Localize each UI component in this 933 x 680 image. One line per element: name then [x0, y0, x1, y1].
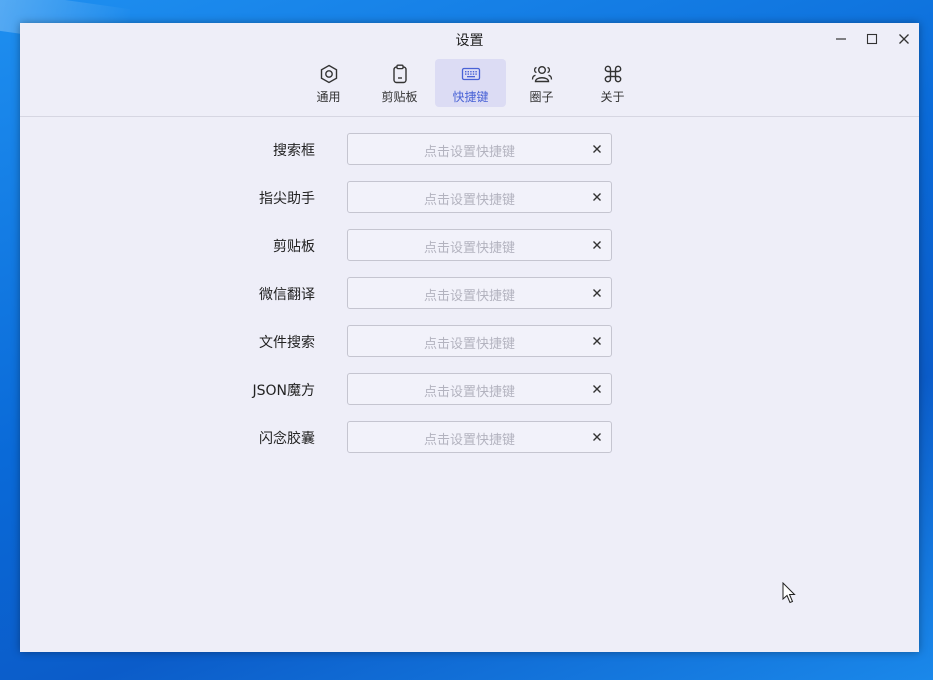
mouse-cursor-icon: [782, 581, 796, 608]
shortcut-row-file-search: 文件搜索 点击设置快捷键: [20, 325, 919, 357]
close-icon: [593, 193, 601, 201]
tab-about[interactable]: 关于: [577, 59, 648, 107]
title-bar: 设置: [20, 23, 919, 55]
close-icon: [593, 433, 601, 441]
clear-hotkey-button[interactable]: [590, 238, 604, 252]
hotkey-input[interactable]: 点击设置快捷键: [347, 277, 612, 309]
hotkey-placeholder: 点击设置快捷键: [423, 241, 515, 256]
shortcut-row-json-cube: JSON魔方 点击设置快捷键: [20, 373, 919, 405]
hotkey-placeholder: 点击设置快捷键: [423, 433, 515, 448]
keyboard-icon: [461, 64, 481, 84]
tab-circle[interactable]: 圈子: [506, 59, 577, 107]
clear-hotkey-button[interactable]: [590, 430, 604, 444]
hotkey-input[interactable]: 点击设置快捷键: [347, 229, 612, 261]
tab-general[interactable]: 通用: [293, 59, 364, 107]
shortcut-row-flash-capsule: 闪念胶囊 点击设置快捷键: [20, 421, 919, 453]
hotkey-input[interactable]: 点击设置快捷键: [347, 325, 612, 357]
tab-label: 关于: [600, 90, 625, 104]
close-icon: [593, 289, 601, 297]
shortcut-label: 剪贴板: [273, 239, 315, 255]
tab-shortcuts[interactable]: 快捷键: [435, 59, 506, 107]
close-icon: [593, 145, 601, 153]
hotkey-placeholder: 点击设置快捷键: [423, 193, 515, 208]
tab-label: 圈子: [529, 90, 554, 104]
tab-label: 剪贴板: [381, 90, 418, 104]
shortcut-label: 文件搜索: [259, 335, 315, 351]
settings-tabs: 通用 剪贴板 快捷键 圈子 关于: [20, 59, 919, 109]
close-button[interactable]: [893, 29, 915, 49]
maximize-button[interactable]: [861, 29, 883, 49]
hotkey-input[interactable]: 点击设置快捷键: [347, 133, 612, 165]
shortcut-label: JSON魔方: [252, 383, 315, 399]
hotkey-placeholder: 点击设置快捷键: [423, 289, 515, 304]
hotkey-placeholder: 点击设置快捷键: [423, 145, 515, 160]
clear-hotkey-button[interactable]: [590, 334, 604, 348]
header-divider: [20, 116, 919, 117]
close-icon: [593, 385, 601, 393]
clear-hotkey-button[interactable]: [590, 382, 604, 396]
hotkey-input[interactable]: 点击设置快捷键: [347, 421, 612, 453]
maximize-icon: [866, 33, 878, 45]
shortcut-row-clipboard: 剪贴板 点击设置快捷键: [20, 229, 919, 261]
clear-hotkey-button[interactable]: [590, 286, 604, 300]
settings-hex-icon: [319, 64, 339, 84]
window-title: 设置: [455, 33, 484, 49]
tab-clipboard[interactable]: 剪贴板: [364, 59, 435, 107]
close-icon: [899, 34, 909, 44]
hotkey-placeholder: 点击设置快捷键: [423, 385, 515, 400]
command-icon: [603, 64, 623, 84]
clear-hotkey-button[interactable]: [590, 142, 604, 156]
group-icon: [531, 64, 553, 84]
clear-hotkey-button[interactable]: [590, 190, 604, 204]
shortcut-row-wechat-translate: 微信翻译 点击设置快捷键: [20, 277, 919, 309]
shortcut-row-assistant: 指尖助手 点击设置快捷键: [20, 181, 919, 213]
hotkey-input[interactable]: 点击设置快捷键: [347, 373, 612, 405]
settings-window: 设置 通用 剪贴板 快捷键 圈子 关于 搜索框 点击设置快捷键 指尖助手 点击设…: [20, 23, 919, 652]
shortcut-label: 指尖助手: [259, 191, 315, 207]
shortcut-row-search: 搜索框 点击设置快捷键: [20, 133, 919, 165]
close-icon: [593, 241, 601, 249]
shortcut-label: 闪念胶囊: [259, 431, 315, 447]
shortcut-label: 搜索框: [273, 143, 315, 159]
hotkey-placeholder: 点击设置快捷键: [423, 337, 515, 352]
tab-label: 快捷键: [452, 90, 489, 104]
hotkey-input[interactable]: 点击设置快捷键: [347, 181, 612, 213]
clipboard-icon: [390, 64, 410, 84]
shortcut-label: 微信翻译: [259, 287, 315, 303]
close-icon: [593, 337, 601, 345]
minimize-icon: [836, 38, 846, 40]
minimize-button[interactable]: [830, 29, 852, 49]
tab-label: 通用: [316, 90, 341, 104]
